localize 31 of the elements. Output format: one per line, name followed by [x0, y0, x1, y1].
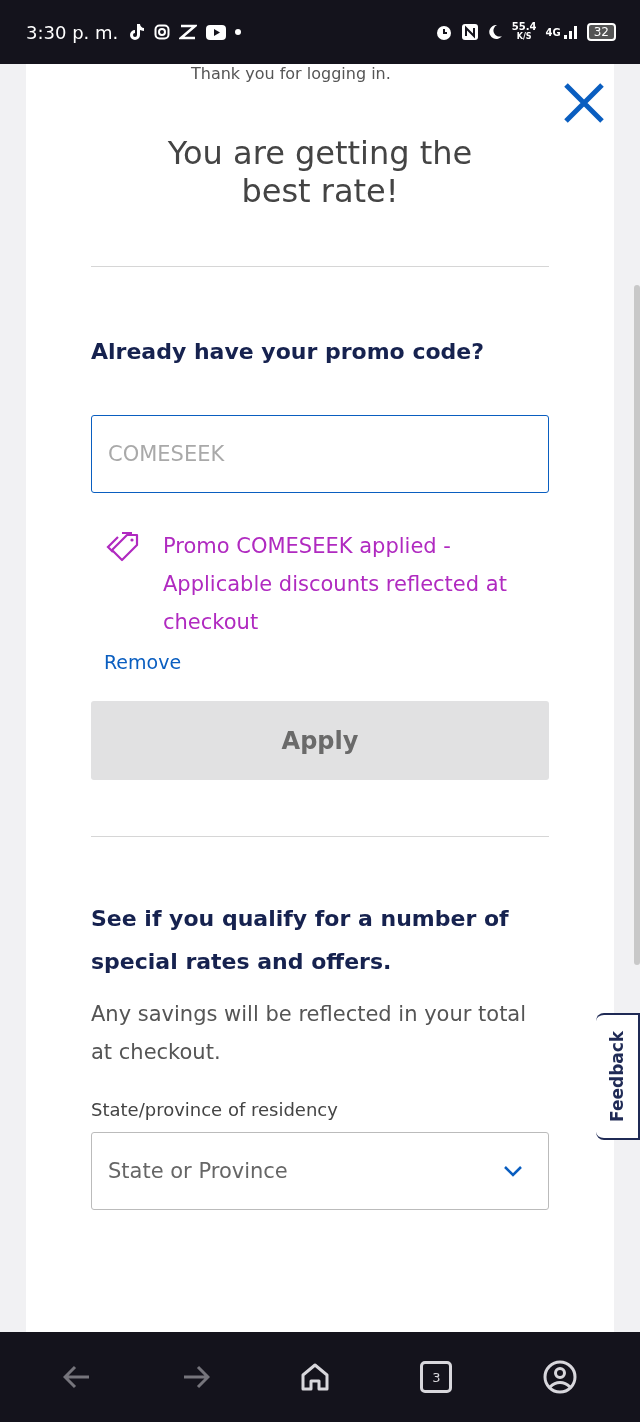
- signal-icon: [563, 25, 578, 39]
- promo-heading: Already have your promo code?: [91, 338, 485, 366]
- forward-arrow-icon[interactable]: [181, 1365, 210, 1389]
- network-type: 4G: [545, 26, 561, 38]
- battery-indicator: 32: [586, 23, 616, 41]
- dot-icon: [235, 29, 242, 35]
- profile-icon[interactable]: [542, 1360, 577, 1394]
- speed-unit: K/S: [516, 32, 532, 42]
- back-arrow-icon[interactable]: [63, 1365, 92, 1389]
- state-select[interactable]: State or Province: [91, 1132, 549, 1210]
- offers-text: Any savings will be reflected in your total at checkout.: [91, 1001, 528, 1066]
- close-icon[interactable]: [563, 82, 605, 124]
- music-note-icon: [129, 23, 146, 41]
- tabs-count-button[interactable]: 3: [420, 1361, 453, 1393]
- modal-title: You are getting the best rate!: [166, 134, 474, 210]
- moon-icon: [486, 24, 503, 40]
- chevron-down-icon: [504, 1165, 522, 1177]
- camera-icon: [154, 24, 171, 40]
- status-time: 3:30 p. m.: [26, 21, 119, 43]
- nfc-icon: [461, 24, 478, 40]
- scrollbar[interactable]: [634, 285, 640, 965]
- alarm-icon: [434, 23, 453, 41]
- offers-heading: See if you qualify for a number of special rates and offers.: [91, 905, 510, 976]
- network-speed: 55.4: [511, 22, 537, 32]
- promo-applied-message: Promo COMESEEK applied - Applicable discounts reflected at checkout: [163, 533, 508, 636]
- feedback-tab[interactable]: Feedback: [596, 1013, 640, 1140]
- intro-text: Thank you for logging in.: [191, 64, 391, 84]
- remove-link[interactable]: Remove: [104, 651, 182, 673]
- home-icon[interactable]: [299, 1362, 330, 1392]
- play-icon: [206, 24, 227, 40]
- state-label: State/province of residency: [91, 1099, 339, 1120]
